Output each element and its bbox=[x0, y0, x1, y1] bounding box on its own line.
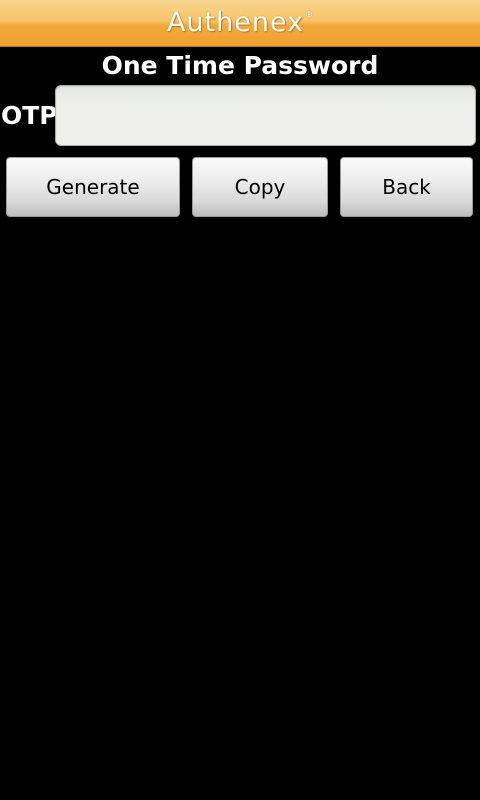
back-button[interactable]: Back bbox=[340, 157, 473, 217]
otp-field[interactable] bbox=[55, 85, 476, 146]
app-header: Authenex ® bbox=[0, 0, 480, 47]
logo-text: Authenex bbox=[166, 7, 305, 38]
registered-mark: ® bbox=[305, 10, 314, 19]
otp-label: OTP bbox=[1, 101, 58, 130]
generate-button[interactable]: Generate bbox=[6, 157, 180, 217]
page-title: One Time Password bbox=[101, 51, 379, 80]
otp-screen: Authenex ® One Time Password OTP Generat… bbox=[0, 0, 480, 800]
copy-button[interactable]: Copy bbox=[192, 157, 328, 217]
authenex-logo: Authenex ® bbox=[167, 8, 313, 38]
